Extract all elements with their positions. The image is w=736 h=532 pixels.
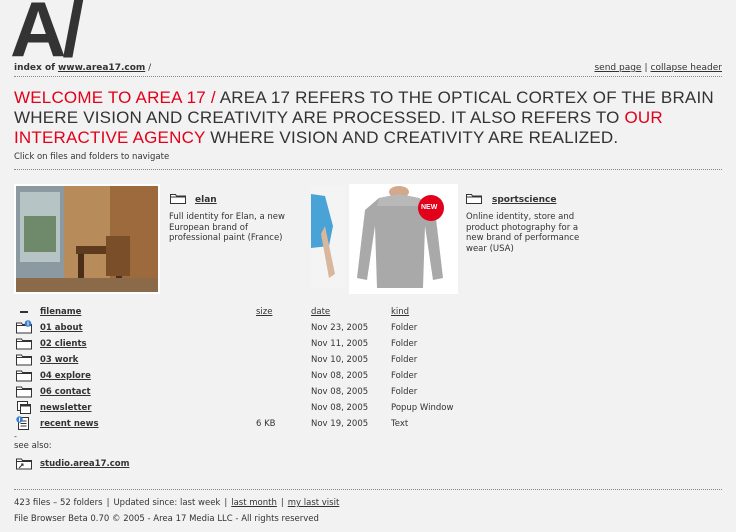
file-kind: Folder: [391, 371, 418, 381]
file-kind: Folder: [391, 355, 418, 365]
updated-label: Updated since:: [113, 498, 178, 508]
blue-shirt-photo: [311, 186, 345, 288]
shortcut-folder-icon: [16, 458, 32, 470]
collapse-header-link[interactable]: collapse header: [651, 63, 722, 73]
file-date: Nov 08, 2005: [311, 403, 369, 413]
table-row[interactable]: 03 work Nov 10, 2005 Folder: [14, 352, 454, 368]
see-also-label: see also:: [14, 441, 52, 451]
footer-separator: |: [280, 498, 284, 508]
welcome-headline: WELCOME TO AREA 17 / AREA 17 REFERS TO T…: [14, 88, 714, 148]
table-row[interactable]: 06 contact Nov 08, 2005 Folder: [14, 384, 454, 400]
elan-description: Full identity for Elan, a new European b…: [169, 212, 285, 243]
welcome-lead: WELCOME TO AREA 17 /: [14, 88, 216, 107]
file-date: Nov 19, 2005: [311, 419, 369, 429]
sportscience-link[interactable]: sportscience: [492, 195, 556, 205]
table-row[interactable]: newsletter Nov 08, 2005 Popup Window: [14, 400, 454, 416]
area17-logo: A/: [10, 0, 84, 73]
file-name[interactable]: 01 about: [40, 323, 83, 333]
sportscience-thumbnail[interactable]: NEW: [349, 184, 458, 294]
domain-link[interactable]: www.area17.com: [58, 63, 145, 73]
elan-folder-icon: [170, 194, 186, 204]
table-row[interactable]: recent news 6 KB Nov 19, 2005 Text: [14, 416, 454, 432]
popup-window-icon: [17, 401, 31, 414]
sportscience-folder-icon: [466, 194, 482, 204]
sort-size[interactable]: size: [256, 307, 272, 317]
file-name[interactable]: recent news: [40, 419, 99, 429]
divider: [14, 169, 722, 170]
file-kind: Popup Window: [391, 403, 454, 413]
header-actions: send page | collapse header: [594, 63, 722, 73]
sportscience-prev-thumbnail[interactable]: [311, 186, 345, 288]
elan-photo: [16, 186, 158, 292]
new-badge: NEW: [421, 204, 438, 211]
sportscience-description: Online identity, store and product photo…: [466, 212, 580, 254]
divider: [14, 76, 722, 77]
elan-thumbnail[interactable]: [14, 184, 160, 294]
navigation-instruction: Click on files and folders to navigate: [14, 152, 170, 162]
table-row[interactable]: 04 explore Nov 08, 2005 Folder: [14, 368, 454, 384]
send-page-link[interactable]: send page: [594, 63, 641, 73]
footer-separator: |: [106, 498, 110, 508]
path-suffix: /: [148, 63, 152, 73]
folder-icon: [16, 370, 32, 382]
grey-longsleeve-photo: [351, 186, 456, 292]
last-visit-link[interactable]: my last visit: [288, 498, 340, 508]
file-date: Nov 08, 2005: [311, 371, 369, 381]
footer-stats: 423 files – 52 folders | Updated since: la…: [14, 498, 339, 508]
table-row[interactable]: 01 about Nov 23, 2005 Folder: [14, 320, 454, 336]
file-size: 6 KB: [256, 419, 276, 429]
file-date: Nov 23, 2005: [311, 323, 369, 333]
file-kind: Folder: [391, 323, 418, 333]
file-kind: Folder: [391, 339, 418, 349]
index-label: index of: [14, 63, 56, 73]
folder-icon: [16, 354, 32, 366]
welcome-text-2: WHERE VISION AND CREATIVITY ARE REALIZED…: [205, 128, 619, 147]
file-kind: Text: [391, 419, 409, 429]
collapse-toggle-icon[interactable]: [20, 311, 28, 313]
table-row[interactable]: 02 clients Nov 11, 2005 Folder: [14, 336, 454, 352]
elan-link[interactable]: elan: [195, 195, 217, 205]
file-name[interactable]: 04 explore: [40, 371, 91, 381]
file-kind: Folder: [391, 387, 418, 397]
file-counts: 423 files – 52 folders: [14, 498, 103, 508]
list-end-marker: -: [14, 432, 17, 441]
folder-new-icon: [16, 320, 32, 334]
footer-separator: |: [224, 498, 228, 508]
file-date: Nov 08, 2005: [311, 387, 369, 397]
folder-icon: [16, 386, 32, 398]
folder-icon: [16, 338, 32, 350]
file-name[interactable]: 03 work: [40, 355, 78, 365]
breadcrumb: index of www.area17.com /: [14, 63, 151, 73]
file-name[interactable]: 06 contact: [40, 387, 91, 397]
studio-link[interactable]: studio.area17.com: [40, 459, 129, 469]
listing-header: filename size date kind: [14, 304, 454, 320]
see-also-item[interactable]: studio.area17.com: [14, 456, 214, 472]
last-week-filter[interactable]: last week: [180, 498, 220, 508]
file-date: Nov 10, 2005: [311, 355, 369, 365]
sort-kind[interactable]: kind: [391, 307, 409, 317]
text-file-new-icon: [16, 416, 29, 430]
sort-date[interactable]: date: [311, 307, 330, 317]
file-date: Nov 11, 2005: [311, 339, 369, 349]
file-name[interactable]: newsletter: [40, 403, 92, 413]
divider: [14, 489, 722, 490]
sort-filename[interactable]: filename: [40, 307, 81, 317]
last-month-link[interactable]: last month: [231, 498, 277, 508]
header-separator: |: [644, 63, 648, 73]
copyright: File Browser Beta 0.70 © 2005 - Area 17 …: [14, 514, 319, 524]
file-name[interactable]: 02 clients: [40, 339, 87, 349]
